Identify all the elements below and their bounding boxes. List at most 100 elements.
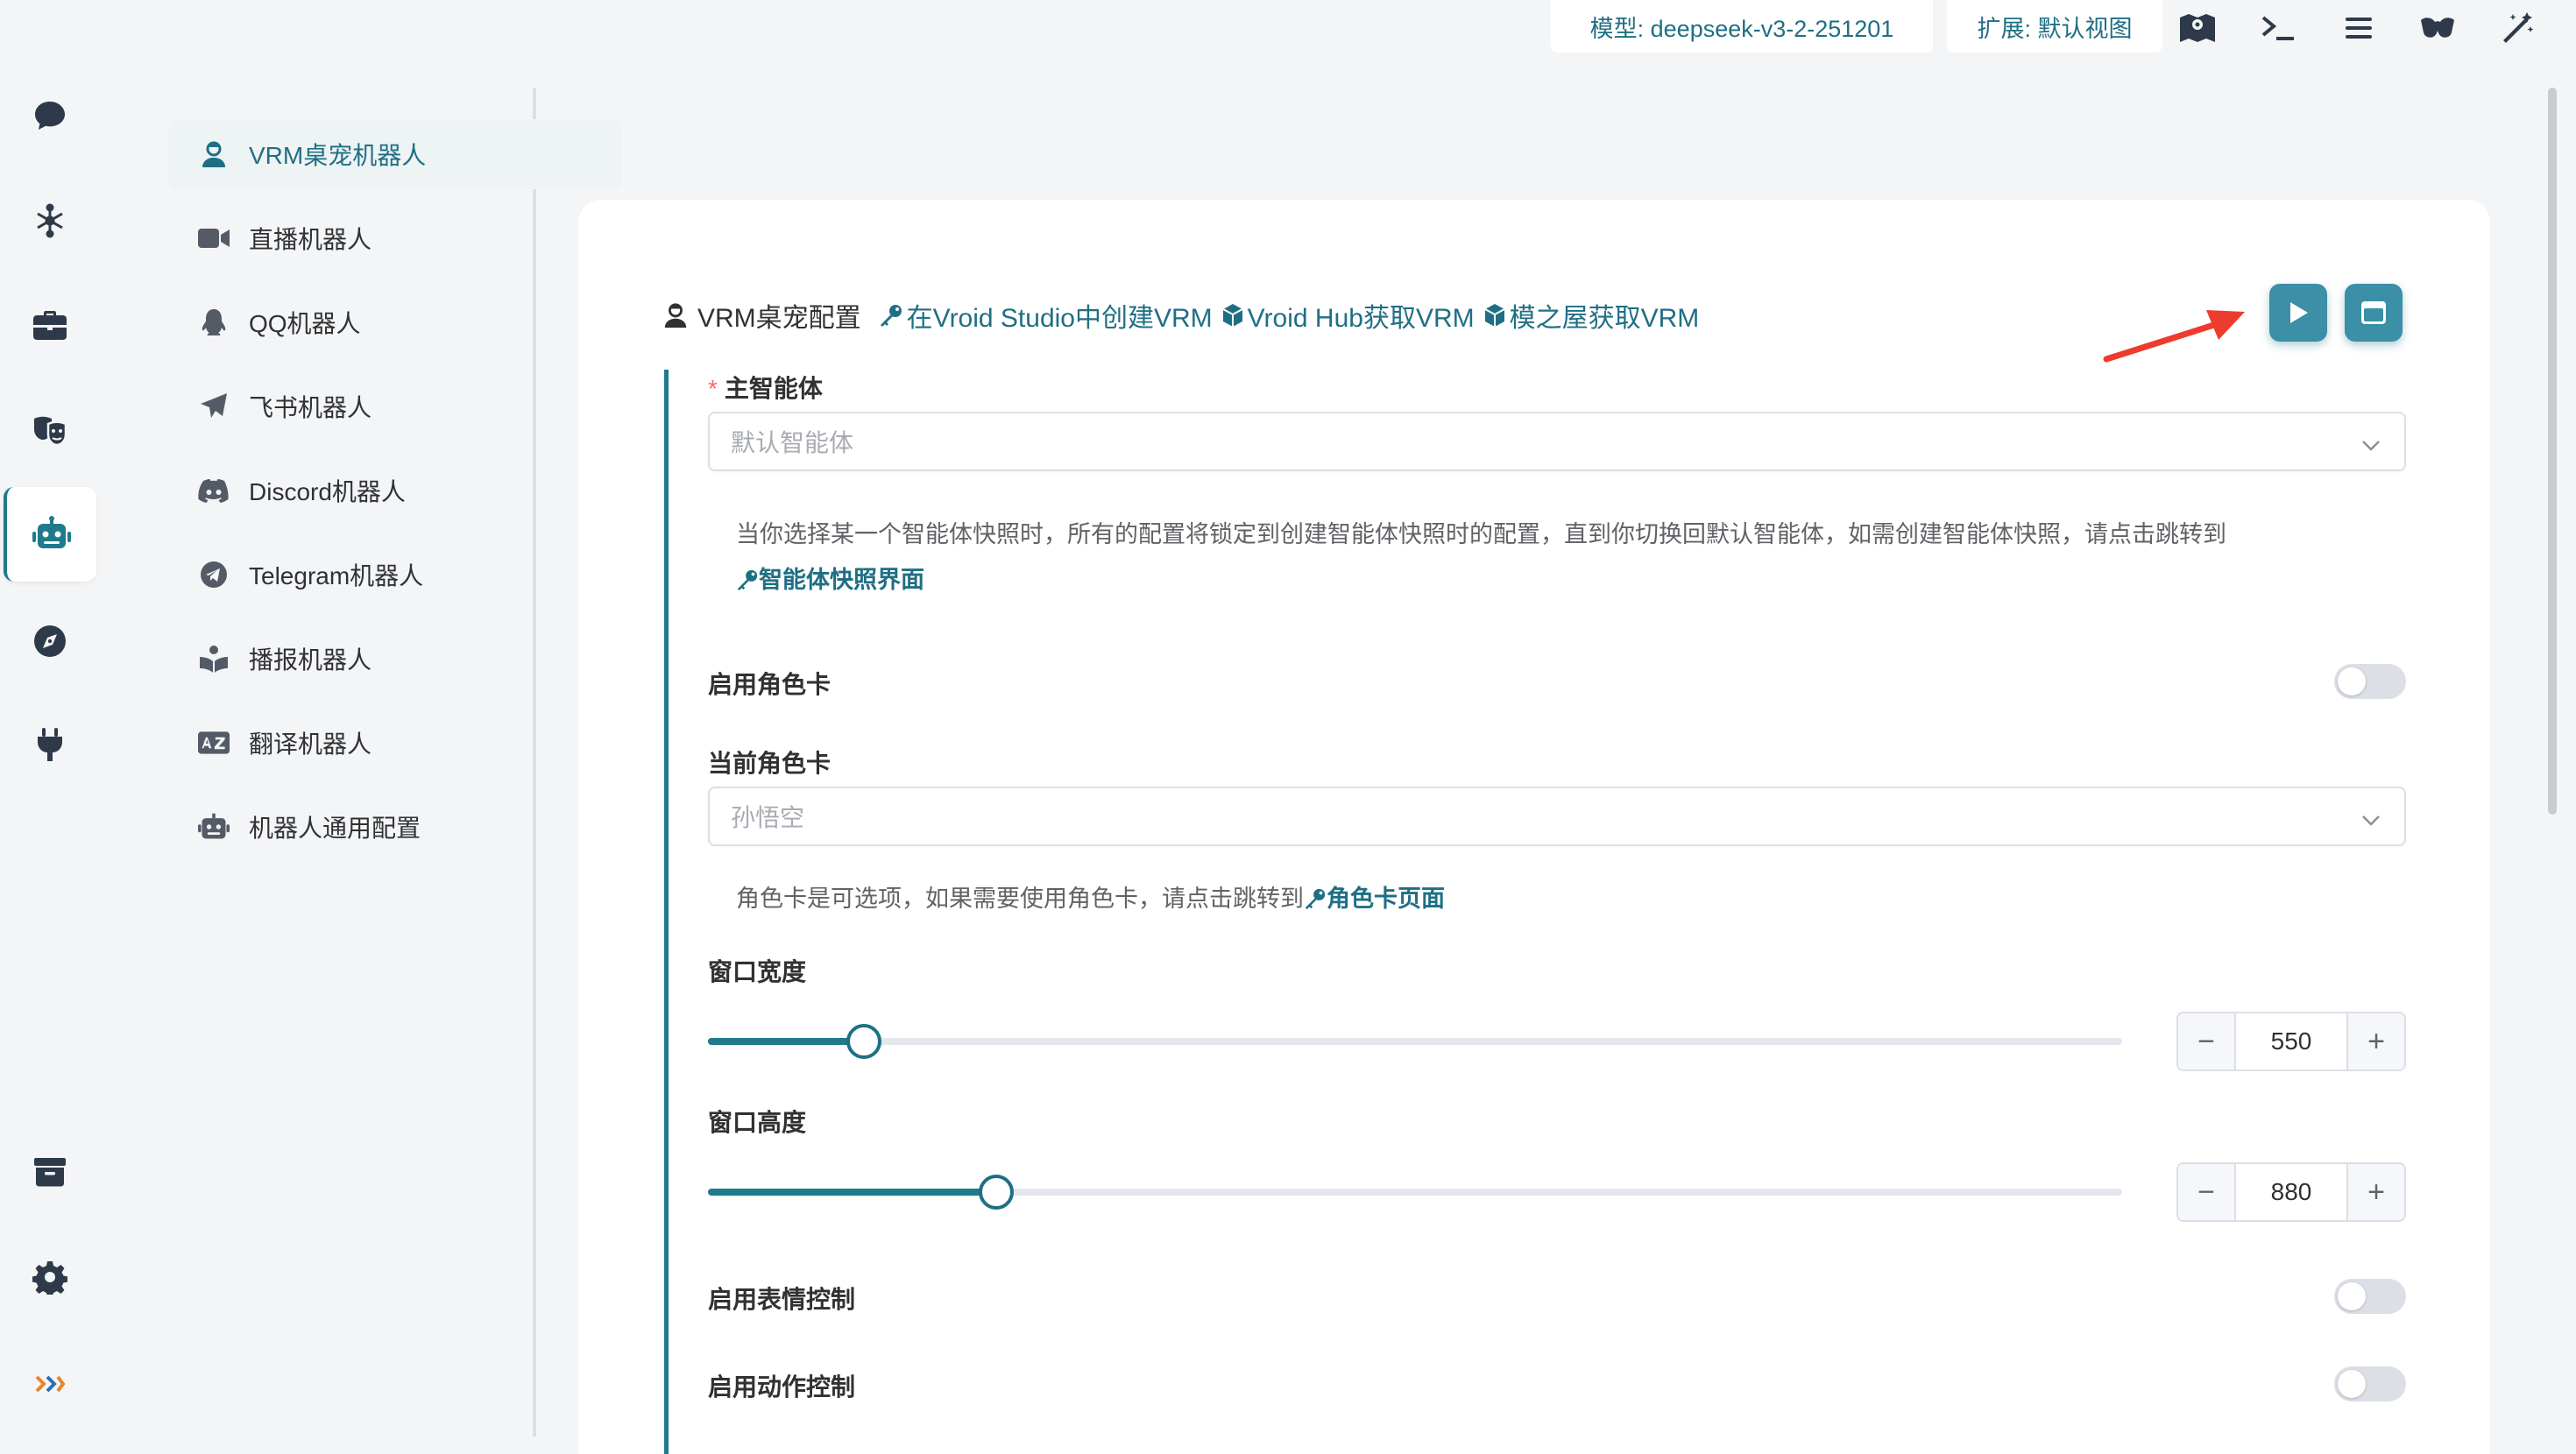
submenu-item-vrm[interactable]: VRM桌宠机器人 [168, 119, 622, 189]
slider-track [708, 1038, 2122, 1045]
window-height-input[interactable]: 880 [2236, 1164, 2346, 1220]
slider-thumb[interactable] [979, 1175, 1015, 1210]
enable-role-card-toggle[interactable] [2334, 664, 2406, 699]
submenu-item-label: 播报机器人 [249, 646, 372, 674]
map-button[interactable] [2176, 7, 2219, 49]
menu-button[interactable] [2338, 7, 2380, 49]
annotation-arrow [2103, 310, 2245, 363]
submenu-item-general[interactable]: 机器人通用配置 [168, 792, 622, 862]
open-window-button[interactable] [2345, 284, 2403, 342]
current-role-card-select[interactable]: 孙悟空 [708, 787, 2406, 846]
rail-settings[interactable] [4, 1230, 96, 1324]
main-agent-label-text: 主智能体 [724, 375, 823, 402]
rail-plug[interactable] [4, 697, 96, 792]
role-card-hint: 角色卡是可选项，如果需要使用角色卡，请点击跳转到 角色卡页面 [736, 876, 2383, 921]
current-role-card-value: 孙悟空 [731, 804, 805, 831]
rail-masks[interactable] [4, 384, 96, 478]
enable-motion-label: 启用动作控制 [708, 1373, 856, 1401]
submenu-item-discord[interactable]: Discord机器人 [168, 455, 622, 526]
main-agent-select[interactable]: 默认智能体 [708, 412, 2406, 471]
decrement-button[interactable]: − [2178, 1013, 2236, 1069]
page-scrollbar[interactable] [2548, 88, 2557, 815]
vrm-config-card: VRM桌宠配置 在Vroid Studio中创建VRM Vroid Hub获取V… [578, 200, 2490, 1454]
toggle-knob [2338, 1282, 2366, 1310]
glasses-button[interactable] [2417, 7, 2459, 49]
play-icon [2287, 300, 2310, 325]
submenu-item-label: 机器人通用配置 [249, 815, 421, 842]
window-width-input[interactable]: 550 [2236, 1013, 2346, 1069]
window-icon [2360, 300, 2387, 325]
submenu-item-label: 直播机器人 [249, 226, 372, 253]
model-selector[interactable]: 模型: deepseek-v3-2-251201 [1551, 0, 1933, 53]
submenu-item-live[interactable]: 直播机器人 [168, 203, 622, 273]
window-height-label: 窗口高度 [708, 1109, 807, 1136]
decrement-button[interactable]: − [2178, 1164, 2236, 1220]
vroid-studio-link[interactable]: 在Vroid Studio中创建VRM [879, 296, 1213, 335]
rail-logo[interactable] [4, 1337, 96, 1431]
enable-role-card-label: 启用角色卡 [708, 671, 832, 698]
icon-rail [0, 0, 110, 1454]
required-mark: * [708, 375, 718, 402]
settings-icon [32, 1260, 67, 1295]
enable-motion-toggle[interactable] [2334, 1366, 2406, 1401]
mozhiwu-link[interactable]: 模之屋获取VRM [1483, 296, 1699, 335]
magic-wand-button[interactable] [2497, 7, 2539, 49]
submenu-item-qq[interactable]: QQ机器人 [168, 287, 622, 357]
submenu-item-label: 飞书机器人 [249, 394, 372, 421]
archive-icon [32, 1155, 67, 1189]
submenu-item-telegram[interactable]: Telegram机器人 [168, 540, 622, 610]
window-width-slider[interactable] [708, 1021, 2122, 1062]
plug-icon [34, 726, 66, 763]
vrm-user-icon [198, 140, 230, 168]
terminal-button[interactable] [2257, 7, 2299, 49]
extension-label: 扩展: 默认视图 [1977, 15, 2133, 42]
qq-icon [198, 308, 230, 336]
role-card-hint-text: 角色卡是可选项，如果需要使用角色卡，请点击跳转到 [736, 886, 1304, 912]
slider-fill [708, 1189, 997, 1196]
increment-button[interactable]: + [2346, 1164, 2404, 1220]
reader-icon [198, 645, 230, 673]
magic-wand-icon [2501, 11, 2536, 46]
rail-chat[interactable] [4, 68, 96, 163]
video-icon [198, 227, 230, 250]
submenu-item-feishu[interactable]: 飞书机器人 [168, 371, 622, 441]
role-card-page-link-label: 角色卡页面 [1327, 886, 1445, 912]
rail-robot[interactable] [4, 487, 96, 582]
vroid-hub-link-label: Vroid Hub获取VRM [1247, 304, 1475, 333]
extension-selector[interactable]: 扩展: 默认视图 [1947, 0, 2162, 53]
cube-icon [1221, 303, 1244, 328]
rail-compass[interactable] [4, 594, 96, 688]
network-icon [32, 203, 67, 238]
discord-icon [198, 478, 230, 503]
masks-icon [31, 413, 69, 448]
submenu-item-broadcast[interactable]: 播报机器人 [168, 624, 622, 694]
rail-network[interactable] [4, 173, 96, 268]
enable-expression-toggle[interactable] [2334, 1279, 2406, 1314]
role-card-page-link[interactable]: 角色卡页面 [1304, 886, 1445, 912]
form-accent-bar [664, 370, 669, 1454]
submenu-item-label: Telegram机器人 [249, 562, 424, 589]
window-height-slider[interactable] [708, 1172, 2122, 1212]
menu-icon [2344, 16, 2374, 40]
rail-archive[interactable] [4, 1125, 96, 1219]
chevron-down-icon [2360, 808, 2381, 836]
card-header: VRM桌宠配置 在Vroid Studio中创建VRM Vroid Hub获取V… [662, 296, 1699, 335]
map-icon [2179, 12, 2216, 44]
current-role-card-label: 当前角色卡 [708, 750, 832, 777]
compass-icon [32, 624, 67, 659]
start-vrm-button[interactable] [2269, 284, 2327, 342]
vroid-hub-link[interactable]: Vroid Hub获取VRM [1221, 296, 1475, 335]
rail-toolbox[interactable] [4, 279, 96, 373]
key-icon [737, 569, 758, 591]
enable-expression-label: 启用表情控制 [708, 1286, 856, 1313]
translate-icon [198, 731, 230, 755]
agent-snapshot-link[interactable]: 智能体快照界面 [736, 567, 924, 593]
key-icon [1305, 888, 1326, 910]
submenu-item-translate[interactable]: 翻译机器人 [168, 708, 622, 778]
telegram-icon [198, 561, 230, 589]
robot-icon [32, 516, 71, 553]
slider-thumb[interactable] [846, 1024, 881, 1059]
vrm-user-icon [662, 302, 689, 328]
increment-button[interactable]: + [2346, 1013, 2404, 1069]
card-title: VRM桌宠配置 [697, 304, 861, 333]
